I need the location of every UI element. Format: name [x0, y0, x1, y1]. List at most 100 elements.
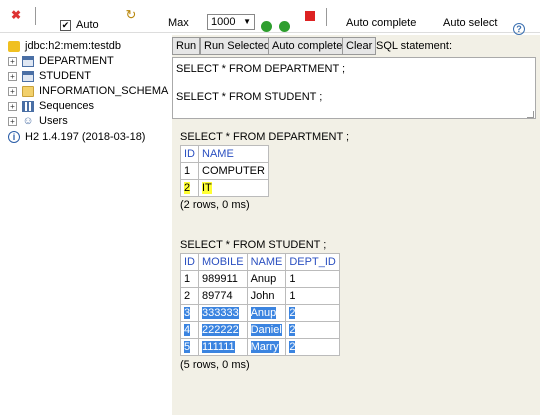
- disconnect-icon[interactable]: ✖: [9, 8, 23, 22]
- selected-text: Daniel: [250, 324, 282, 336]
- expand-icon[interactable]: +: [8, 101, 17, 111]
- refresh-icon[interactable]: ↻: [124, 7, 138, 22]
- table-cell: Anup: [246, 304, 287, 322]
- query-panel: Run Run Selected Auto complete Clear SQL…: [172, 35, 540, 415]
- expand-icon[interactable]: +: [8, 116, 17, 126]
- selected-text: 4: [184, 324, 191, 336]
- stop-icon[interactable]: [305, 11, 315, 21]
- result-table-department: ID NAME 1 COMPUTER 2 IT: [180, 145, 269, 197]
- column-header: NAME: [198, 145, 269, 163]
- table-cell: 2: [180, 179, 199, 197]
- table-cell: John: [246, 287, 287, 305]
- tree-item-sequences[interactable]: + Sequences: [8, 99, 94, 113]
- tree-item-label: INFORMATION_SCHEMA: [39, 85, 169, 97]
- table-cell: 1: [285, 270, 340, 288]
- clear-button[interactable]: Clear: [342, 37, 377, 55]
- table-header-row: ID MOBILE NAME DEPT_ID: [180, 253, 340, 271]
- table-cell: 111111: [198, 338, 248, 356]
- run-selected-icon[interactable]: [279, 21, 290, 32]
- tree-connection[interactable]: jdbc:h2:mem:testdb: [8, 39, 121, 53]
- schema-tree: jdbc:h2:mem:testdb + DEPARTMENT + STUDEN…: [0, 35, 170, 415]
- version-label: H2 1.4.197 (2018-03-18): [25, 131, 146, 143]
- toolbar-separator: [35, 7, 36, 25]
- table-cell: 1: [180, 270, 199, 288]
- result-summary: (5 rows, 0 ms): [180, 359, 250, 371]
- table-cell: 333333: [198, 304, 248, 322]
- max-rows-label: Max: [168, 17, 189, 29]
- table-cell: 1: [180, 162, 199, 180]
- toolbar-separator: [326, 8, 327, 26]
- tree-item-student[interactable]: + STUDENT: [8, 69, 91, 83]
- sql-editor[interactable]: SELECT * FROM DEPARTMENT ; SELECT * FROM…: [172, 57, 536, 119]
- table-cell: Marry: [246, 338, 287, 356]
- run-selected-button[interactable]: Run Selected: [200, 37, 275, 55]
- help-icon[interactable]: ?: [513, 23, 525, 35]
- tree-item-label: Users: [39, 115, 68, 127]
- selected-text: 2: [289, 307, 296, 319]
- tree-item-department[interactable]: + DEPARTMENT: [8, 54, 114, 68]
- table-icon: [22, 70, 34, 82]
- chevron-down-icon: ▼: [243, 17, 251, 26]
- expand-icon[interactable]: +: [8, 86, 17, 96]
- column-header: MOBILE: [198, 253, 248, 271]
- highlighted-text: IT: [202, 182, 212, 194]
- selected-text: 2: [289, 341, 296, 353]
- tree-version: i H2 1.4.197 (2018-03-18): [8, 130, 145, 144]
- folder-icon: [22, 85, 34, 97]
- result-query-title: SELECT * FROM STUDENT ;: [180, 239, 327, 251]
- selected-text: 2: [289, 324, 296, 336]
- table-cell: 222222: [198, 321, 248, 339]
- auto-commit-checkbox[interactable]: ✔: [60, 20, 71, 31]
- database-icon: [8, 40, 20, 52]
- table-icon: [22, 55, 34, 67]
- resize-handle-icon[interactable]: [527, 111, 534, 118]
- table-row: 2 IT: [180, 179, 269, 197]
- expand-icon[interactable]: +: [8, 71, 17, 81]
- highlighted-text: 2: [184, 182, 191, 194]
- table-cell: IT: [198, 179, 269, 197]
- max-rows-select[interactable]: 1000 ▼: [207, 14, 255, 30]
- tree-item-users[interactable]: + ☺ Users: [8, 114, 68, 128]
- sequences-icon: [22, 100, 34, 112]
- table-cell: 89774: [198, 287, 248, 305]
- table-row: 5 111111 Marry 2: [180, 338, 340, 356]
- selected-text: 222222: [202, 324, 239, 336]
- info-icon: i: [8, 131, 20, 143]
- table-cell: Anup: [246, 270, 287, 288]
- sql-statement-label: SQL statement:: [376, 40, 453, 52]
- selected-text: 333333: [202, 307, 239, 319]
- table-cell: 4: [180, 321, 199, 339]
- table-row: 4 222222 Daniel 2: [180, 321, 340, 339]
- table-row: 2 89774 John 1: [180, 287, 340, 305]
- max-rows-value: 1000: [211, 16, 236, 28]
- expand-icon[interactable]: +: [8, 56, 17, 66]
- tree-item-label: DEPARTMENT: [39, 55, 114, 67]
- auto-commit-label: Auto: [76, 19, 99, 31]
- column-header: ID: [180, 145, 199, 163]
- table-cell: 2: [180, 287, 199, 305]
- result-table-student: ID MOBILE NAME DEPT_ID 1 989911 Anup 1 2…: [180, 253, 340, 356]
- table-cell: 2: [285, 321, 340, 339]
- table-cell: 5: [180, 338, 199, 356]
- table-cell: 3: [180, 304, 199, 322]
- table-row: 1 COMPUTER: [180, 162, 269, 180]
- tree-item-label: STUDENT: [39, 70, 91, 82]
- table-cell: Daniel: [246, 321, 287, 339]
- table-header-row: ID NAME: [180, 145, 269, 163]
- auto-select-label[interactable]: Auto select: [443, 17, 497, 29]
- run-button[interactable]: Run: [172, 37, 201, 55]
- auto-complete-label[interactable]: Auto complete: [346, 17, 416, 29]
- table-row: 3 333333 Anup 2: [180, 304, 340, 322]
- tree-item-label: Sequences: [39, 100, 95, 112]
- table-cell: 2: [285, 304, 340, 322]
- run-icon[interactable]: [261, 21, 272, 32]
- query-button-bar: Run Run Selected Auto complete Clear SQL…: [172, 35, 540, 57]
- tree-item-information-schema[interactable]: + INFORMATION_SCHEMA: [8, 84, 168, 98]
- auto-complete-button[interactable]: Auto complete: [268, 37, 347, 55]
- result-query-title: SELECT * FROM DEPARTMENT ;: [180, 131, 350, 143]
- table-cell: COMPUTER: [198, 162, 269, 180]
- result-summary: (2 rows, 0 ms): [180, 199, 250, 211]
- selected-text: Anup: [250, 307, 277, 319]
- table-cell: 2: [285, 338, 340, 356]
- selected-text: Marry: [250, 341, 279, 353]
